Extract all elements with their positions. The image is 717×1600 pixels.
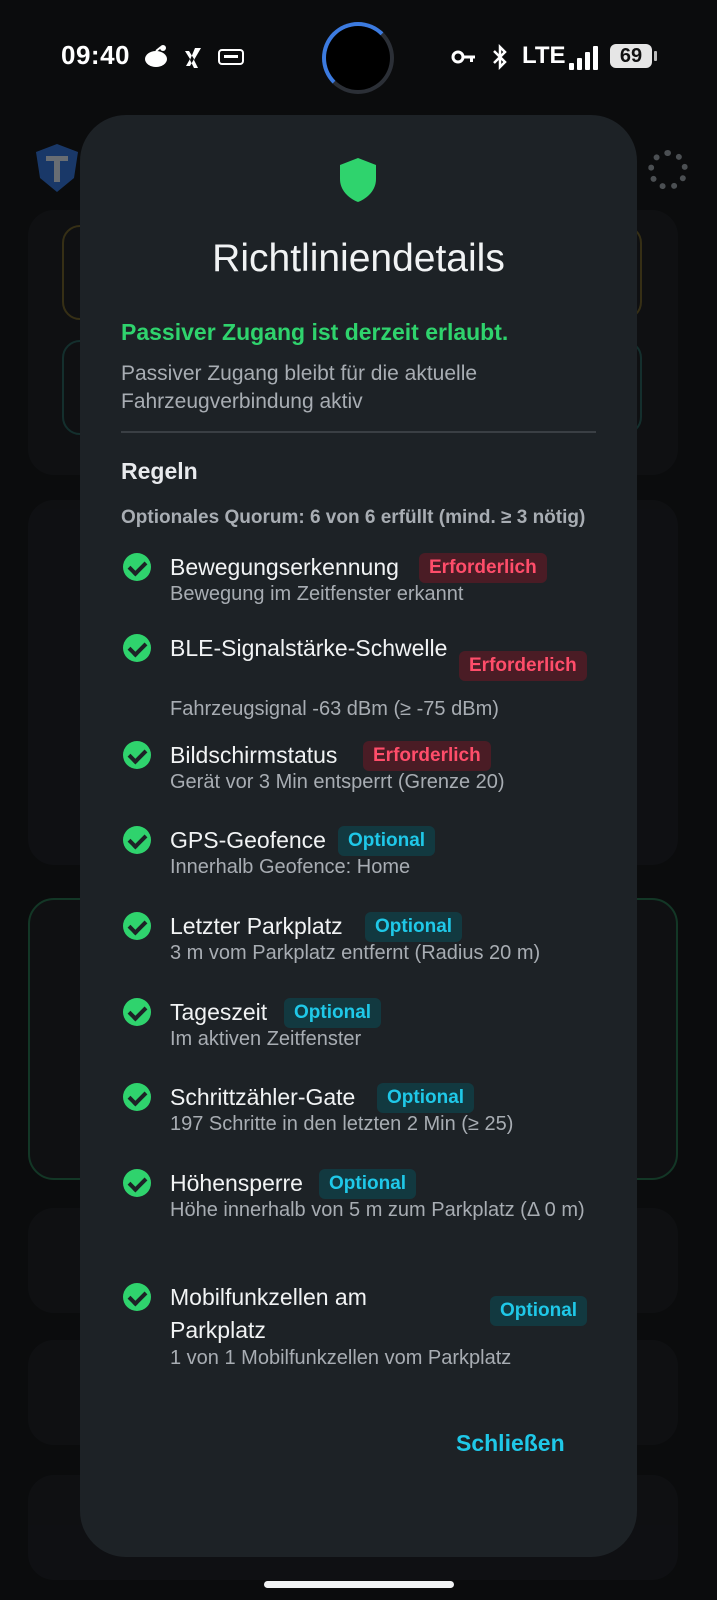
optional-badge: Optional xyxy=(365,912,463,942)
home-indicator[interactable] xyxy=(264,1581,454,1588)
rule-item: Höhensperre Optional Höhe innerhalb von … xyxy=(121,1167,596,1255)
optional-badge: Optional xyxy=(490,1296,588,1326)
check-circle-icon xyxy=(123,634,151,662)
gear-icon[interactable] xyxy=(648,150,688,190)
rule-name: Mobilfunkzellen am Parkplatz xyxy=(170,1284,367,1343)
optional-badge: Optional xyxy=(338,826,436,856)
rule-description: Gerät vor 3 Min entsperrt (Grenze 20) xyxy=(170,771,505,793)
rule-description: 197 Schritte in den letzten 2 Min (≥ 25) xyxy=(170,1113,514,1135)
check-circle-icon xyxy=(123,1283,151,1311)
check-circle-icon xyxy=(123,553,151,581)
rule-item: Bildschirmstatus Erforderlich Gerät vor … xyxy=(121,739,596,799)
rule-description: Innerhalb Geofence: Home xyxy=(170,856,411,878)
rule-item: Letzter Parkplatz Optional 3 m vom Parkp… xyxy=(121,910,596,970)
rule-item: Mobilfunkzellen am Parkplatz Optional 1 … xyxy=(121,1281,596,1373)
rule-description: 3 m vom Parkplatz entfernt (Radius 20 m) xyxy=(170,942,541,964)
check-circle-icon xyxy=(123,1169,151,1197)
access-status-detail: Passiver Zugang bleibt für die aktuelle … xyxy=(121,362,478,413)
optional-badge: Optional xyxy=(284,998,382,1028)
rules-heading: Regeln xyxy=(121,458,198,484)
rule-description: Bewegung im Zeitfenster erkannt xyxy=(170,583,464,605)
check-circle-icon xyxy=(123,826,151,854)
policy-details-dialog: Richtliniendetails Passiver Zugang ist d… xyxy=(80,115,637,1557)
dialog-title: Richtliniendetails xyxy=(212,237,505,280)
check-circle-icon xyxy=(123,912,151,940)
app-logo xyxy=(36,144,78,192)
quorum-summary: Optionales Quorum: 6 von 6 erfüllt (mind… xyxy=(121,507,586,528)
rule-description: Fahrzeugsignal -63 dBm (≥ -75 dBm) xyxy=(170,698,499,720)
rule-item: Schrittzähler-Gate Optional 197 Schritte… xyxy=(121,1081,596,1141)
rule-description: 1 von 1 Mobilfunkzellen vom Parkplatz xyxy=(170,1347,512,1369)
check-circle-icon xyxy=(123,1083,151,1111)
close-button[interactable]: Schließen xyxy=(456,1430,565,1457)
rule-item: Tageszeit Optional Im aktiven Zeitfenste… xyxy=(121,996,596,1056)
divider xyxy=(121,431,596,433)
check-circle-icon xyxy=(123,998,151,1026)
rule-description: Im aktiven Zeitfenster xyxy=(170,1028,362,1050)
rule-item: Bewegungserkennung Erforderlich Bewegung… xyxy=(121,551,596,611)
rule-description: Höhe innerhalb von 5 m zum Parkplatz (Δ … xyxy=(170,1199,585,1221)
rule-item: GPS-Geofence Optional Innerhalb Geofence… xyxy=(121,824,596,884)
shield-icon xyxy=(340,158,376,202)
required-badge: Erforderlich xyxy=(363,741,491,771)
rule-name: BLE-Signalstärke-Schwelle xyxy=(170,635,448,661)
required-badge: Erforderlich xyxy=(419,553,547,583)
rule-item: BLE-Signalstärke-Schwelle Erforderlich F… xyxy=(121,632,596,722)
optional-badge: Optional xyxy=(319,1169,417,1199)
access-status: Passiver Zugang ist derzeit erlaubt. xyxy=(121,319,509,345)
optional-badge: Optional xyxy=(377,1083,475,1113)
required-badge: Erforderlich xyxy=(459,651,587,681)
check-circle-icon xyxy=(123,741,151,769)
